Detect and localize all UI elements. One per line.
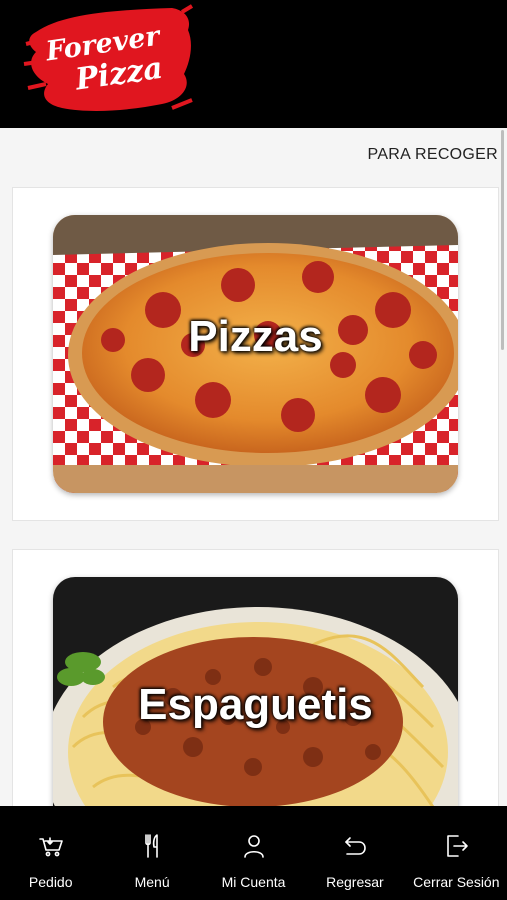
nav-item-menu[interactable]: Menú [101, 806, 202, 900]
nav-item-pedido[interactable]: Pedido [0, 806, 101, 900]
fork-knife-icon [145, 834, 158, 858]
category-label-pizzas: Pizzas [188, 312, 323, 361]
nav-label-menu: Menú [134, 874, 170, 890]
back-arrow-icon [345, 837, 366, 855]
nav-item-cerrar-sesion[interactable]: Cerrar Sesión [406, 806, 507, 900]
logout-icon [447, 835, 469, 857]
spaghetti-bolognese-photo[interactable]: Espaguetis [53, 577, 458, 806]
category-card-espaguetis[interactable]: Espaguetis [12, 549, 499, 806]
cart-icon [38, 837, 63, 857]
app-screen: Forever Pizza PARA RECOGER Pizzas Espagu… [0, 0, 507, 900]
nav-item-mi-cuenta[interactable]: Mi Cuenta [203, 806, 304, 900]
scrollbar[interactable] [501, 130, 504, 350]
top-header: Forever Pizza [0, 0, 507, 128]
bottom-navigation: Pedido Menú Mi Cuenta Regresar Cerrar Se… [0, 806, 507, 900]
brand-logo[interactable]: Forever Pizza [22, 4, 194, 116]
nav-label-regresar: Regresar [326, 874, 384, 890]
nav-label-cerrar-sesion: Cerrar Sesión [413, 874, 500, 890]
category-label-espaguetis: Espaguetis [138, 680, 373, 729]
order-type-label[interactable]: PARA RECOGER [368, 146, 498, 164]
menu-content[interactable]: PARA RECOGER Pizzas Espaguetis [0, 128, 507, 806]
pepperoni-pizza-photo[interactable]: Pizzas [53, 215, 458, 493]
user-icon [243, 835, 264, 858]
nav-item-regresar[interactable]: Regresar [304, 806, 405, 900]
nav-label-mi-cuenta: Mi Cuenta [221, 874, 286, 890]
category-card-pizzas[interactable]: Pizzas [12, 187, 499, 521]
nav-label-pedido: Pedido [28, 874, 73, 890]
